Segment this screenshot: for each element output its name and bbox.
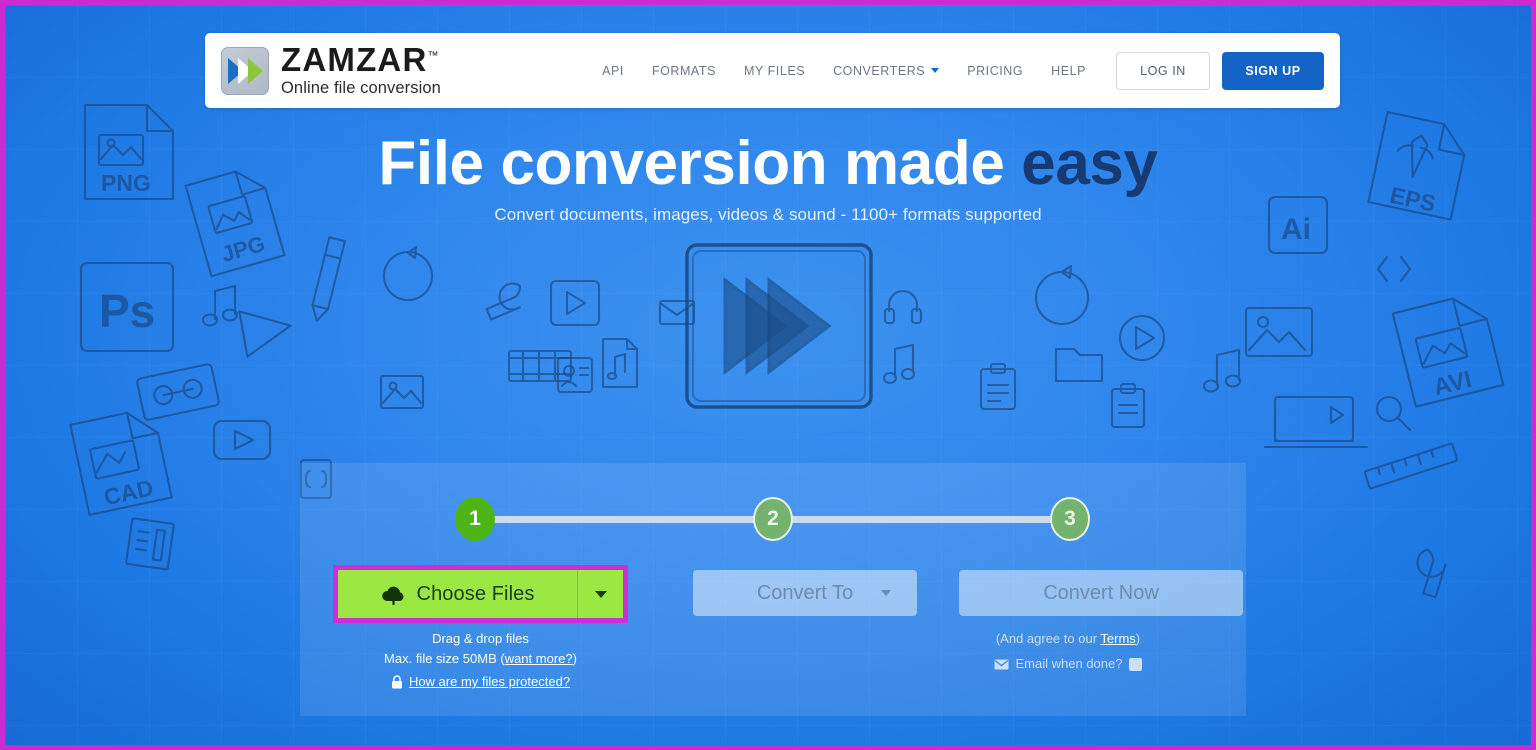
nav-item-converters[interactable]: CONVERTERS bbox=[819, 64, 953, 78]
choose-files-highlight: Choose Files bbox=[333, 565, 628, 623]
signup-button[interactable]: SIGN UP bbox=[1222, 51, 1324, 90]
email-when-done-row: Email when done? bbox=[926, 654, 1210, 674]
choose-files-button[interactable]: Choose Files bbox=[338, 570, 577, 618]
step-2[interactable]: 2 bbox=[753, 497, 793, 541]
nav-item-converters-label: CONVERTERS bbox=[833, 63, 926, 78]
envelope-icon bbox=[994, 659, 1009, 670]
choose-files-dropdown-button[interactable] bbox=[577, 570, 623, 618]
caret-down-icon bbox=[594, 590, 607, 598]
page-title: File conversion made easy bbox=[5, 129, 1531, 198]
nav-item-help[interactable]: HELP bbox=[1037, 64, 1100, 78]
files-protected-row: How are my files protected? bbox=[333, 672, 628, 692]
convert-help-text: (And agree to our Terms) Email when done… bbox=[926, 629, 1210, 674]
brand-logo[interactable]: ZAMZAR™ Online file conversion bbox=[221, 43, 441, 98]
nav-item-my-files[interactable]: MY FILES bbox=[730, 64, 819, 78]
brand-name-text: ZAMZAR bbox=[281, 41, 428, 78]
lock-icon bbox=[391, 675, 403, 689]
files-protected-link[interactable]: How are my files protected? bbox=[409, 672, 570, 692]
step-1[interactable]: 1 bbox=[455, 497, 495, 541]
upload-help-text: Drag & drop files Max. file size 50MB (w… bbox=[333, 629, 628, 692]
agree-terms-text: (And agree to our Terms) bbox=[926, 629, 1210, 649]
main-navigation: API FORMATS MY FILES CONVERTERS PRICING … bbox=[588, 51, 1340, 90]
page-subtitle: Convert documents, images, videos & soun… bbox=[494, 205, 1042, 224]
login-button[interactable]: LOG IN bbox=[1116, 51, 1210, 90]
brand-name: ZAMZAR™ bbox=[281, 43, 441, 76]
converter-widget: 1 2 3 Choose Files Convert To Convert No… bbox=[300, 463, 1246, 716]
headline-accent: easy bbox=[1021, 129, 1158, 198]
drag-drop-text: Drag & drop files bbox=[432, 631, 529, 646]
choose-files-label: Choose Files bbox=[416, 582, 535, 605]
chevron-down-icon bbox=[931, 68, 940, 73]
convert-to-label: Convert To bbox=[756, 581, 854, 604]
caret-down-icon bbox=[881, 590, 891, 596]
convert-now-label: Convert Now bbox=[1043, 581, 1159, 604]
cloud-upload-icon bbox=[381, 584, 406, 605]
nav-item-api[interactable]: API bbox=[588, 64, 638, 78]
max-size-text: Max. file size 50MB (want more?) bbox=[333, 649, 628, 669]
terms-link[interactable]: Terms bbox=[1100, 631, 1135, 646]
max-size-suffix: ) bbox=[572, 651, 577, 666]
email-when-done-checkbox[interactable] bbox=[1129, 657, 1143, 671]
site-header: ZAMZAR™ Online file conversion API FORMA… bbox=[205, 33, 1340, 108]
brand-trademark: ™ bbox=[427, 50, 440, 62]
double-chevron-icon bbox=[221, 46, 269, 95]
fast-forward-sketch-icon bbox=[685, 243, 873, 409]
email-when-done-label: Email when done? bbox=[1015, 656, 1123, 671]
brand-text-block: ZAMZAR™ Online file conversion bbox=[281, 43, 441, 98]
headline-plain: File conversion made bbox=[378, 129, 1022, 198]
max-size-prefix: Max. file size 50MB ( bbox=[384, 651, 505, 666]
step-3[interactable]: 3 bbox=[1050, 497, 1090, 541]
agree-suffix: ) bbox=[1135, 631, 1141, 646]
nav-item-pricing[interactable]: PRICING bbox=[953, 64, 1037, 78]
step-indicator: 1 2 3 bbox=[300, 497, 1246, 541]
want-more-link[interactable]: want more? bbox=[505, 651, 573, 666]
nav-item-formats[interactable]: FORMATS bbox=[638, 64, 730, 78]
page-root: PNG JPG Ps CAD EPS Ai AVI ZAMZAR™ Online… bbox=[0, 0, 1536, 750]
convert-now-button[interactable]: Convert Now bbox=[959, 570, 1243, 616]
action-button-row: Choose Files Convert To Convert Now bbox=[333, 565, 1243, 623]
agree-prefix: (And agree to our bbox=[995, 631, 1101, 646]
brand-tagline: Online file conversion bbox=[281, 79, 441, 97]
convert-to-dropdown[interactable]: Convert To bbox=[693, 570, 917, 616]
